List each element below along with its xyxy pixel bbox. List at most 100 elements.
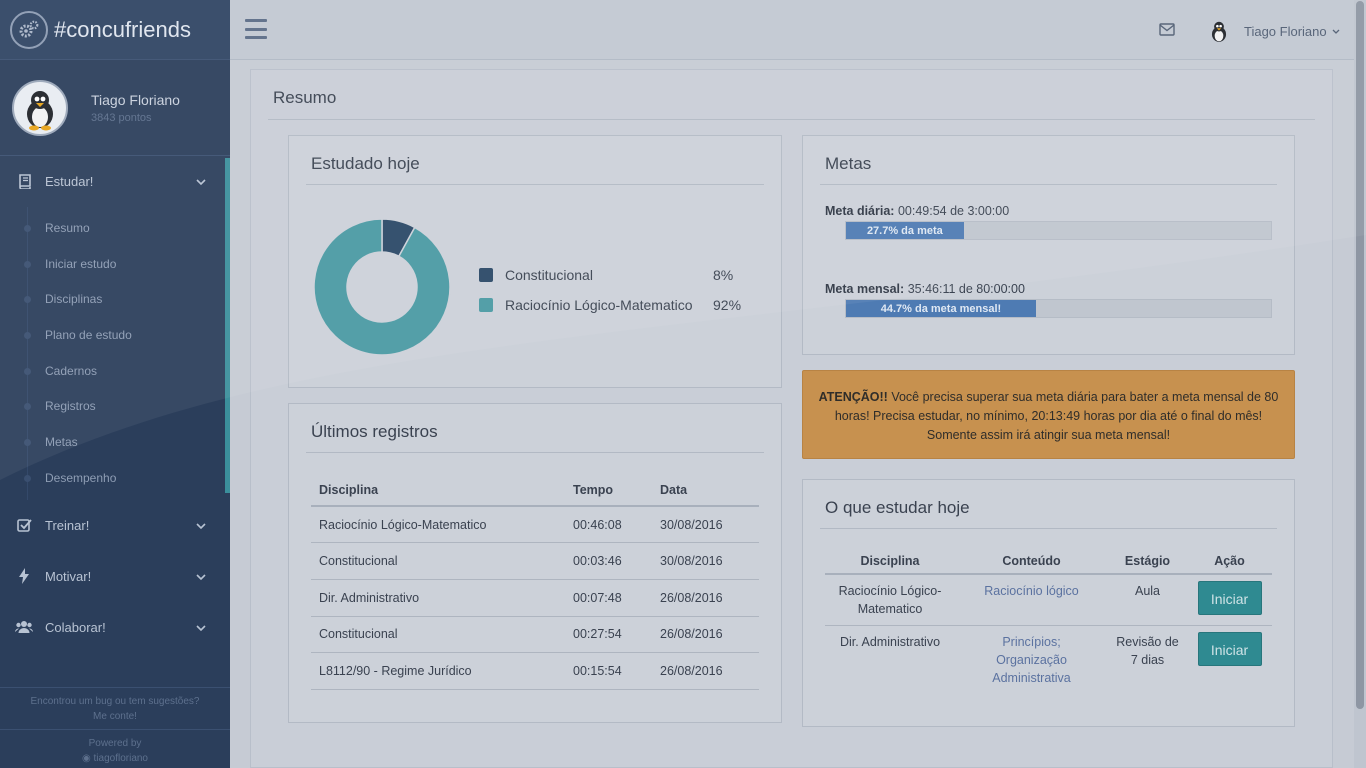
donut-slice-2[interactable] — [313, 218, 451, 356]
study-today-table: Disciplina Conteúdo Estágio Ação Raciocí… — [825, 548, 1272, 691]
powered-by: Powered by ◉ tiagofloriano — [0, 729, 230, 768]
submenu-label: Desempenho — [45, 470, 117, 485]
brand[interactable]: #concufriends — [0, 0, 230, 60]
study-today-panel: O que estudar hoje Disciplina Conteúdo E… — [802, 479, 1295, 727]
legend-value: 8% — [713, 267, 734, 283]
chevron-down-icon — [196, 518, 206, 533]
submenu-disciplinas[interactable]: Disciplinas — [0, 281, 230, 317]
table-row: L8112/90 - Regime Jurídico 00:15:54 26/08/… — [311, 652, 759, 690]
menu-treinar[interactable]: Treinar! — [0, 500, 230, 551]
cell-tempo: 00:27:54 — [565, 616, 652, 654]
submenu-cadernos[interactable]: Cadernos — [0, 353, 230, 389]
cell-tempo: 00:07:48 — [565, 579, 652, 617]
daily-goal-label: Meta diária: 00:49:54 de 3:00:00 — [825, 204, 1009, 218]
start-button[interactable]: Iniciar — [1197, 631, 1262, 666]
cell-acao: Iniciar — [1187, 574, 1272, 626]
table-row: Constitucional 00:27:54 26/08/2016 — [311, 616, 759, 654]
monthly-goal-label: Meta mensal: 35:46:11 de 80:00:00 — [825, 282, 1025, 296]
col-tempo: Tempo — [565, 474, 652, 507]
submenu-resumo[interactable]: Resumo — [0, 210, 230, 246]
submenu-plano-de-estudo[interactable]: Plano de estudo — [0, 317, 230, 353]
legend-item: Constitucional 8% — [479, 260, 741, 290]
submenu-desempenho[interactable]: Desempenho — [0, 460, 230, 496]
gears-icon — [10, 10, 48, 49]
cell-estagio: Revisão de 7 dias — [1116, 634, 1179, 667]
col-estagio: Estágio — [1108, 548, 1187, 575]
records-table: Disciplina Tempo Data Raciocínio Lógico-… — [311, 474, 759, 690]
col-conteudo: Conteúdo — [955, 548, 1108, 575]
chevron-down-icon — [196, 620, 206, 635]
menu-toggle-icon[interactable] — [245, 19, 267, 39]
menu-motivar[interactable]: Motivar! — [0, 551, 230, 602]
col-disciplina: Disciplina — [825, 548, 955, 575]
panel-title: Estudado hoje — [311, 154, 420, 173]
col-acao: Ação — [1187, 548, 1272, 575]
col-disciplina: Disciplina — [311, 474, 565, 507]
alert-text: Você precisa superar sua meta diária par… — [834, 390, 1279, 442]
cell-data: 30/08/2016 — [652, 506, 759, 544]
legend-label: Raciocínio Lógico-Matematico — [505, 297, 693, 313]
donut-chart — [313, 218, 451, 356]
bolt-icon — [15, 568, 33, 584]
github-link[interactable]: ◉ tiagofloriano — [0, 751, 230, 766]
submenu-registros[interactable]: Registros — [0, 388, 230, 424]
submenu-label: Plano de estudo — [45, 327, 132, 342]
cell-data: 26/08/2016 — [652, 579, 759, 617]
table-row: Constitucional 00:03:46 30/08/2016 — [311, 542, 759, 580]
menu-label: Motivar! — [45, 568, 92, 584]
checkbox-icon — [15, 518, 33, 533]
chevron-down-icon — [1332, 22, 1340, 40]
profile-name[interactable]: Tiago Floriano — [91, 92, 180, 108]
submenu-label: Disciplinas — [45, 292, 103, 307]
legend-swatch — [479, 268, 493, 282]
powered-label: Powered by — [88, 738, 142, 749]
profile-points: 3843 pontos — [91, 111, 152, 124]
cell-estagio: Aula — [1108, 574, 1187, 626]
content-link[interactable]: Princípios; Organização Administrativa — [955, 625, 1108, 691]
submenu-label: Registros — [45, 399, 96, 414]
page-title: Resumo — [273, 88, 337, 107]
cell-disciplina: Constitucional — [311, 616, 565, 654]
menu-estudar[interactable]: Estudar! — [0, 156, 230, 207]
feedback-link[interactable]: Encontrou um bug ou tem sugestões? Me co… — [0, 687, 230, 729]
start-button[interactable]: Iniciar — [1197, 581, 1262, 615]
scrollbar-thumb[interactable] — [1356, 1, 1364, 709]
daily-goal-title: Meta diária: — [825, 204, 895, 218]
submenu-metas[interactable]: Metas — [0, 424, 230, 460]
user-profile: Tiago Floriano 3843 pontos — [0, 60, 230, 156]
menu-colaborar[interactable]: Colaborar! — [0, 602, 230, 653]
studied-today-panel: Estudado hoje Constitucional 8% Raciocíni… — [288, 135, 782, 388]
brand-name: #concufriends — [54, 16, 191, 42]
mail-icon[interactable] — [1159, 23, 1175, 41]
table-row: Raciocínio Lógico-Matematico 00:46:08 30/0… — [311, 506, 759, 544]
menu-label: Colaborar! — [45, 619, 106, 635]
submenu-iniciar-estudo[interactable]: Iniciar estudo — [0, 246, 230, 282]
cell-tempo: 00:46:08 — [565, 506, 652, 544]
cell-acao: Iniciar — [1187, 625, 1272, 691]
alert-strong: ATENÇÃO!! — [818, 390, 888, 404]
cell-disciplina: L8112/90 - Regime Jurídico — [311, 652, 565, 690]
table-row: Raciocínio Lógico-Matematico Raciocínio … — [825, 574, 1272, 626]
user-name: Tiago Floriano — [1244, 23, 1327, 39]
cell-disciplina: Dir. Administrativo — [311, 579, 565, 617]
top-navbar: Tiago Floriano — [230, 0, 1366, 60]
daily-progress-fill: 27.7% da meta — [846, 222, 964, 239]
col-data: Data — [652, 474, 759, 507]
panel-title: Últimos registros — [311, 422, 438, 441]
cell-tempo: 00:03:46 — [565, 542, 652, 580]
github-user: tiagofloriano — [93, 753, 148, 764]
cell-disciplina: Dir. Administrativo — [839, 634, 941, 649]
avatar[interactable] — [12, 79, 68, 136]
warning-alert: ATENÇÃO!! Você precisa superar sua meta … — [802, 370, 1295, 459]
table-row: Dir. Administrativo 00:07:48 26/08/2016 — [311, 579, 759, 617]
user-avatar — [1205, 18, 1233, 44]
scrollbar[interactable] — [1354, 0, 1366, 768]
cell-tempo: 00:15:54 — [565, 652, 652, 690]
users-icon — [15, 620, 33, 635]
user-dropdown[interactable]: Tiago Floriano — [1205, 18, 1340, 44]
cell-data: 26/08/2016 — [652, 652, 759, 690]
daily-progress-bar: 27.7% da meta — [845, 221, 1272, 240]
chart-legend: Constitucional 8% Raciocínio Lógico-Matem… — [479, 260, 741, 320]
recent-records-panel: Últimos registros Disciplina Tempo Data … — [288, 403, 782, 723]
content-link[interactable]: Raciocínio lógico — [955, 574, 1108, 626]
